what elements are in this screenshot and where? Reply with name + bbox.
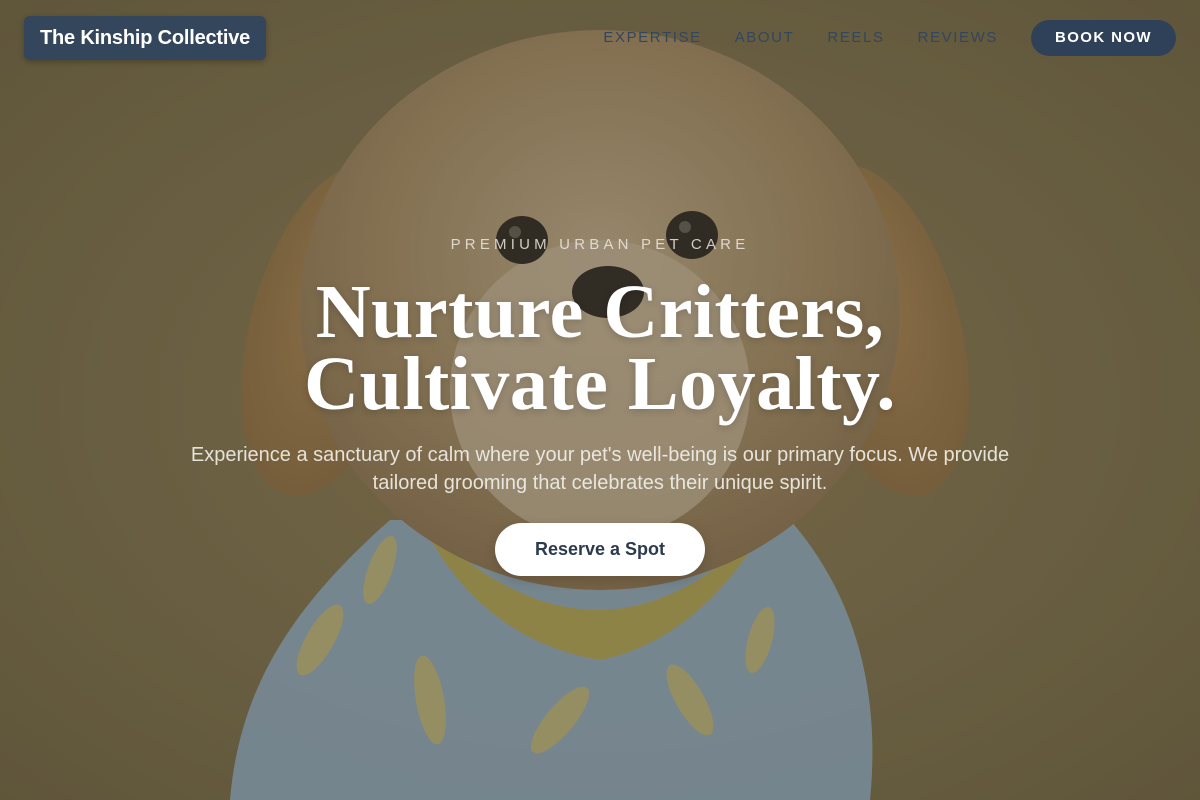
hero-section: PREMIUM URBAN PET CARE Nurture Critters,… xyxy=(0,0,1200,800)
hero-headline: Nurture Critters, Cultivate Loyalty. xyxy=(0,270,1200,426)
hero-subtext: Experience a sanctuary of calm where you… xyxy=(190,444,1010,494)
hero-headline-line-1: Nurture Critters, xyxy=(315,270,885,354)
hero-headline-line-2: Cultivate Loyalty. xyxy=(304,342,896,426)
hero-eyebrow: PREMIUM URBAN PET CARE xyxy=(450,236,750,253)
reserve-spot-button[interactable]: Reserve a Spot xyxy=(495,523,705,576)
